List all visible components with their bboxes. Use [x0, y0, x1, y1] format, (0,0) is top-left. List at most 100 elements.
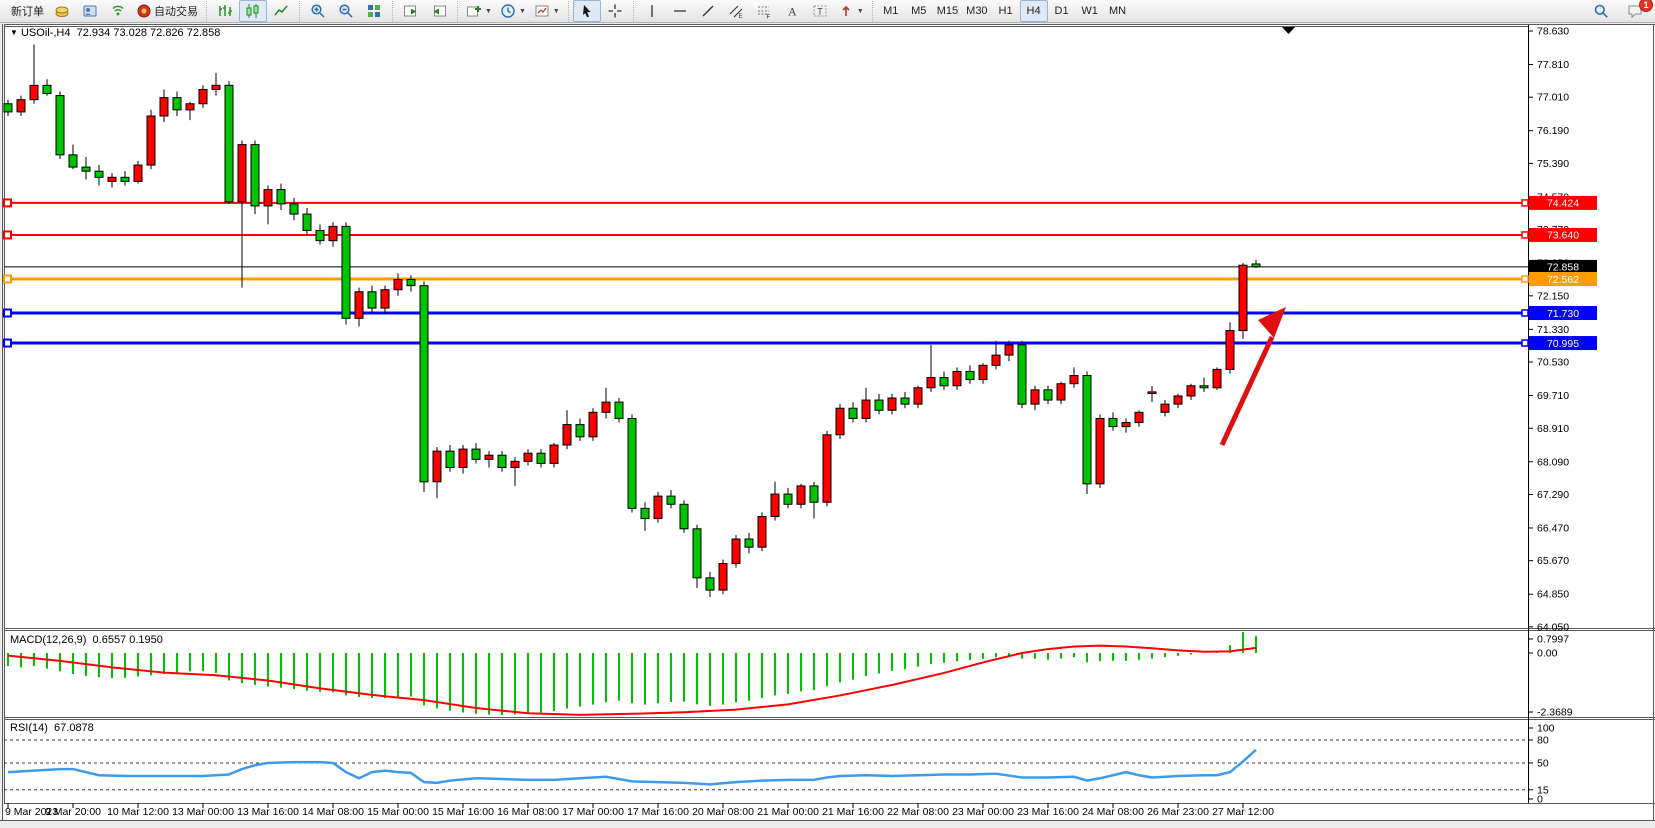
date-axis[interactable]: 9 Mar 20239 Mar 20:0010 Mar 12:0013 Mar … [5, 803, 1274, 818]
tf-m15[interactable]: M15 [933, 0, 962, 22]
bar-chart-button[interactable] [211, 0, 239, 22]
toolbar: 新订单 自动交易 ▼ ▼ ▼ EFA T ▼ M1 M5 M15 M30H1 H4 D1 W1 MN 1 [0, 0, 1655, 23]
new-order-button-label: 新订单 [11, 3, 44, 19]
quote-ohlc-values: 72.934 73.028 72.826 72.858 [77, 27, 221, 39]
auto-scroll-button[interactable] [397, 0, 425, 22]
tile-windows-icon [366, 3, 382, 19]
line-chart-button[interactable] [267, 0, 295, 22]
deposit-button[interactable] [48, 0, 76, 22]
svg-text:20 Mar 08:00: 20 Mar 08:00 [692, 806, 754, 818]
notification-badge: 1 [1639, 0, 1653, 12]
cursor-icon [579, 3, 595, 19]
bar-chart-icon [217, 3, 233, 19]
trendline-button[interactable] [694, 0, 722, 22]
svg-text:23 Mar 00:00: 23 Mar 00:00 [952, 806, 1014, 818]
tf-w1[interactable]: W1 [1076, 0, 1104, 22]
tile-windows-button[interactable] [360, 0, 388, 22]
chart-window[interactable]: 78.63077.81077.01076.19075.39074.57073.7… [0, 0, 1655, 828]
toolbar-group-zoom [299, 1, 392, 22]
period-button[interactable]: ▼ [496, 0, 530, 22]
vertical-line-icon [644, 3, 660, 19]
dropdown-arrow-icon[interactable]: ▼ [857, 8, 864, 15]
line-chart-icon [273, 3, 289, 19]
svg-text:21 Mar 16:00: 21 Mar 16:00 [822, 806, 884, 818]
rsi-indicator-label: RSI(14) 67.0878 [10, 722, 94, 734]
svg-text:14 Mar 08:00: 14 Mar 08:00 [302, 806, 364, 818]
tf-m15-label: M15 [937, 5, 958, 17]
chart-plot-area[interactable] [4, 25, 1528, 628]
search-button[interactable] [1587, 0, 1615, 22]
toolbar-group-scroll [392, 1, 457, 22]
svg-text:24 Mar 08:00: 24 Mar 08:00 [1082, 806, 1144, 818]
template-button[interactable]: ▼ [530, 0, 564, 22]
svg-text:23 Mar 16:00: 23 Mar 16:00 [1017, 806, 1079, 818]
svg-text:26 Mar 23:00: 26 Mar 23:00 [1147, 806, 1209, 818]
dropdown-arrow-icon[interactable]: ▼ [485, 8, 492, 15]
chart-shift-icon [431, 3, 447, 19]
text-button[interactable]: A [778, 0, 806, 22]
dropdown-arrow-icon[interactable]: ▼ [553, 8, 560, 15]
svg-text:15 Mar 00:00: 15 Mar 00:00 [367, 806, 429, 818]
symbol-ohlc-label: ▼ USOil-,H4 72.934 73.028 72.826 72.858 [10, 27, 220, 39]
tf-w1-label: W1 [1081, 5, 1098, 17]
chat-button[interactable]: 1 [1621, 0, 1649, 22]
toolbar-right: 1 [1587, 0, 1649, 22]
macd-values: 0.6557 0.1950 [93, 634, 163, 646]
svg-text:17 Mar 16:00: 17 Mar 16:00 [627, 806, 689, 818]
account-history-icon [82, 3, 98, 19]
tf-d1[interactable]: D1 [1048, 0, 1076, 22]
auto-trading-button-label: 自动交易 [154, 3, 198, 19]
zoom-out-button[interactable] [332, 0, 360, 22]
trendline-icon [700, 3, 716, 19]
fibonacci-button[interactable]: F [750, 0, 778, 22]
label-button[interactable]: T [806, 0, 834, 22]
svg-text:21 Mar 00:00: 21 Mar 00:00 [757, 806, 819, 818]
zoom-out-icon [338, 3, 354, 19]
toolbar-group-orders: 新订单 自动交易 [3, 1, 206, 22]
tf-mn[interactable]: MN [1104, 0, 1132, 22]
toolbar-group-pointer [568, 1, 633, 22]
history-button[interactable] [76, 0, 104, 22]
horizontal-line-icon [672, 3, 688, 19]
zoom-in-icon [310, 3, 326, 19]
text-label-icon: T [812, 3, 828, 19]
arrows-button[interactable]: ▼ [834, 0, 868, 22]
tf-h4-label: H4 [1027, 5, 1041, 17]
svg-text:A: A [788, 5, 797, 19]
search-icon [1593, 3, 1609, 19]
crosshair-button[interactable] [601, 0, 629, 22]
svg-text:27 Mar 12:00: 27 Mar 12:00 [1212, 806, 1274, 818]
symbol-dropdown-icon[interactable]: ▼ [10, 28, 18, 37]
channel-button[interactable]: E [722, 0, 750, 22]
tf-h1[interactable]: H1 [992, 0, 1020, 22]
svg-text:10 Mar 12:00: 10 Mar 12:00 [107, 806, 169, 818]
zoom-in-button[interactable] [304, 0, 332, 22]
template-icon [534, 3, 550, 19]
auto-scroll-icon [403, 3, 419, 19]
tf-m1[interactable]: M1 [877, 0, 905, 22]
chart-shift-button[interactable] [425, 0, 453, 22]
toolbar-group-chart-type [206, 1, 299, 22]
cursor-button[interactable] [573, 0, 601, 22]
signal-icon [110, 3, 126, 19]
new-chart-button[interactable]: ▼ [462, 0, 496, 22]
toolbar-group-new-objects: ▼ ▼ ▼ [457, 1, 568, 22]
svg-text:13 Mar 16:00: 13 Mar 16:00 [237, 806, 299, 818]
candlestick-button[interactable] [239, 0, 267, 22]
svg-text:15 Mar 16:00: 15 Mar 16:00 [432, 806, 494, 818]
vertical-line-button[interactable] [638, 0, 666, 22]
new-chart-icon [466, 3, 482, 19]
signal-button[interactable] [104, 0, 132, 22]
svg-text:13 Mar 00:00: 13 Mar 00:00 [172, 806, 234, 818]
dropdown-arrow-icon[interactable]: ▼ [519, 8, 526, 15]
tf-m5[interactable]: M5 [905, 0, 933, 22]
svg-text:22 Mar 08:00: 22 Mar 08:00 [887, 806, 949, 818]
tf-m1-label: M1 [883, 5, 898, 17]
tf-h4[interactable]: H4 [1020, 0, 1048, 22]
price-axis[interactable] [1528, 25, 1648, 803]
horizontal-line-button[interactable] [666, 0, 694, 22]
tf-d1-label: D1 [1055, 5, 1069, 17]
new-order-button[interactable]: 新订单 [7, 0, 48, 22]
auto-trading-button[interactable]: 自动交易 [132, 0, 202, 22]
tf-m30[interactable]: M30 [962, 0, 991, 22]
